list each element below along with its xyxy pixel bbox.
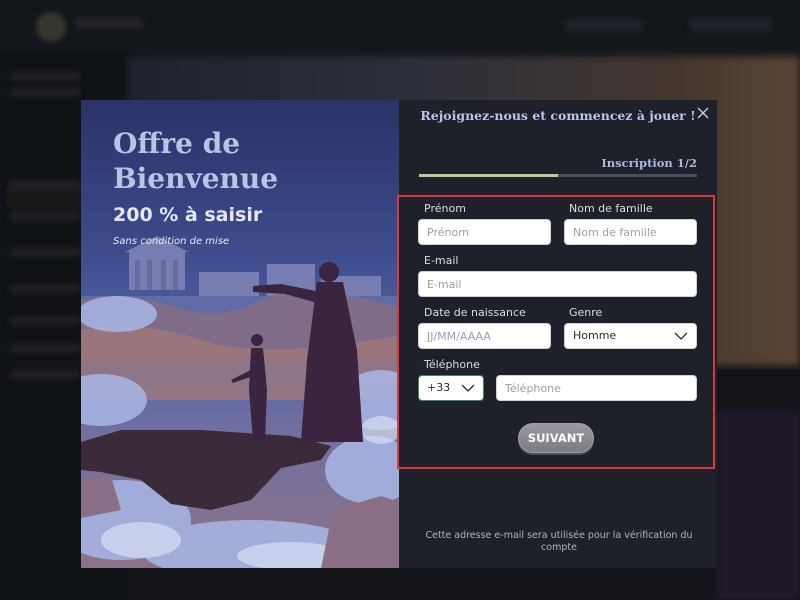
birthdate-input[interactable] (418, 323, 551, 349)
phone-country-code-value: +33 (427, 381, 451, 394)
signup-modal: Offre de Bienvenue 200 % à saisir Sans c… (81, 100, 717, 568)
next-button[interactable]: SUIVANT (518, 423, 594, 453)
first-name-input[interactable] (418, 219, 551, 245)
close-button[interactable] (695, 106, 711, 122)
gender-selected-value: Homme (573, 329, 617, 342)
phone-label: Téléphone (424, 358, 480, 371)
signup-progress-fill (419, 174, 558, 177)
phone-country-code-select[interactable]: +33 (418, 375, 484, 401)
gender-label: Genre (569, 306, 603, 319)
last-name-label: Nom de famille (569, 202, 653, 215)
welcome-offer-note: Sans condition de mise (113, 236, 230, 247)
phone-input[interactable] (496, 375, 697, 401)
welcome-offer-title: Offre de Bienvenue (113, 126, 373, 196)
welcome-offer-title-line1: Offre de (113, 127, 241, 160)
close-icon (697, 107, 709, 119)
last-name-input[interactable] (564, 219, 697, 245)
welcome-offer-bonus: 200 % à saisir (113, 204, 263, 226)
birthdate-label: Date de naissance (424, 306, 526, 319)
chevron-down-icon (461, 384, 475, 392)
gender-select[interactable]: Homme (564, 323, 697, 349)
signup-progress-bar (419, 174, 697, 177)
signup-form: Prénom Nom de famille E-mail Date de nai… (397, 195, 715, 469)
signup-step-indicator: Inscription 1/2 (601, 156, 697, 170)
chevron-down-icon (674, 332, 688, 340)
signup-title: Rejoignez-nous et commencez à jouer ! (420, 108, 696, 123)
email-input[interactable] (418, 271, 697, 297)
welcome-offer-title-line2: Bienvenue (113, 162, 279, 195)
email-verification-note: Cette adresse e-mail sera utilisée pour … (425, 530, 693, 553)
email-label: E-mail (424, 254, 459, 267)
signup-panel: Rejoignez-nous et commencez à jouer ! In… (397, 100, 717, 568)
welcome-offer-panel: Offre de Bienvenue 200 % à saisir Sans c… (81, 100, 399, 568)
first-name-label: Prénom (424, 202, 466, 215)
